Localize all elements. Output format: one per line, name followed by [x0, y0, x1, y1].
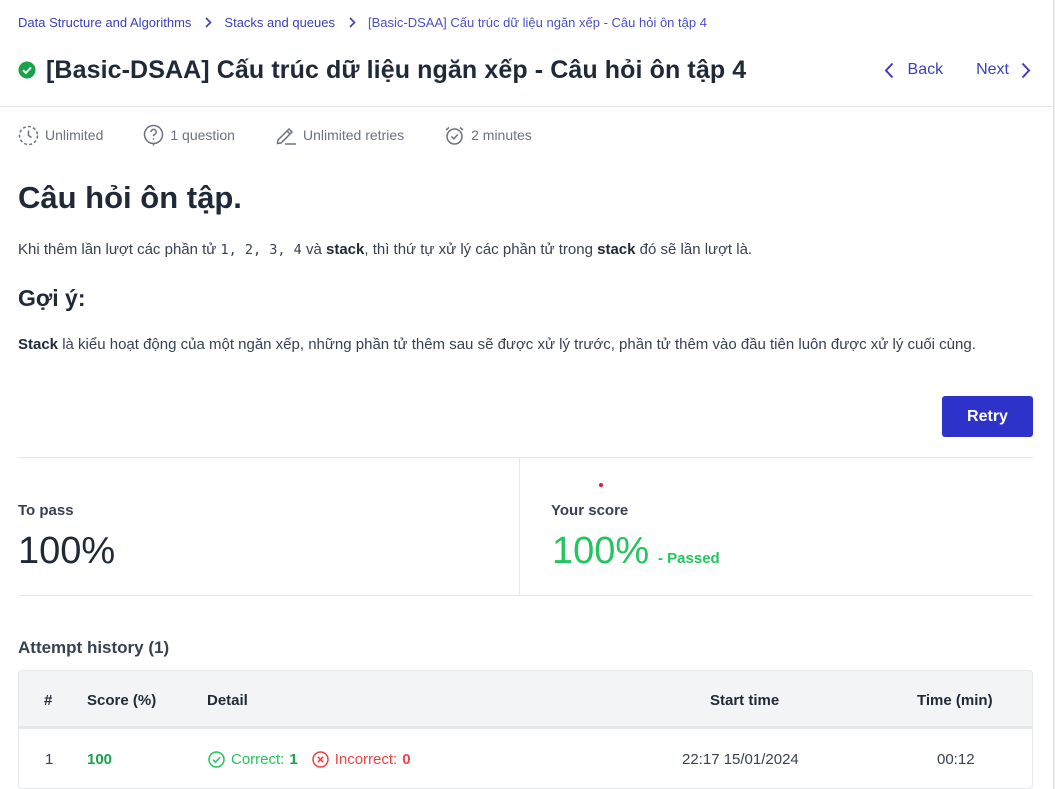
meta-duration-text: 2 minutes	[471, 127, 532, 143]
row-index: 1	[45, 751, 54, 768]
your-score-value: 100%	[552, 530, 650, 572]
correct-count: Correct: 1	[208, 751, 298, 768]
next-button[interactable]: Next	[976, 61, 1031, 79]
meta-time-limit-text: Unlimited	[45, 127, 104, 143]
page-header: [Basic-DSAA] Cấu trúc dữ liệu ngăn xếp -…	[18, 52, 1031, 88]
attempt-history-table: # Score (%) Detail Start time Time (min)…	[18, 670, 1033, 789]
question-text: Khi thêm lần lượt các phần tử 1, 2, 3, 4…	[18, 241, 752, 258]
breadcrumb: Data Structure and Algorithms Stacks and…	[18, 15, 707, 30]
title-wrap: [Basic-DSAA] Cấu trúc dữ liệu ngăn xếp -…	[18, 56, 746, 85]
x-circle-outline-icon	[311, 751, 329, 768]
meta-questions: 1 question	[143, 124, 235, 146]
question-keyword: stack	[597, 241, 636, 258]
chevron-right-icon	[1021, 62, 1031, 78]
back-button[interactable]: Back	[884, 61, 944, 79]
question-bubble-icon	[144, 124, 164, 146]
attempt-history-title: Attempt history (1)	[18, 638, 170, 657]
meta-duration: 2 minutes	[444, 125, 532, 146]
check-circle-outline-icon	[208, 751, 225, 768]
hint-body: là kiểu hoạt động của một ngăn xếp, nhữn…	[58, 336, 976, 353]
question-part: và	[301, 241, 326, 258]
breadcrumb-item-course[interactable]: Data Structure and Algorithms	[18, 15, 191, 30]
column-header-detail: Detail	[207, 692, 248, 709]
check-circle-icon	[18, 61, 36, 79]
hint-text: Stack là kiểu hoạt động của một ngăn xếp…	[18, 333, 1034, 357]
header-divider	[0, 106, 1053, 107]
to-pass-label: To pass	[18, 502, 74, 519]
breadcrumb-item-module[interactable]: Stacks and queues	[224, 15, 335, 30]
correct-value: 1	[289, 751, 298, 768]
to-pass-value: 100%	[18, 530, 116, 572]
question-part: , thì thứ tự xử lý các phần tử trong	[364, 241, 598, 258]
row-start-time: 22:17 15/01/2024	[682, 751, 799, 768]
meta-retries-text: Unlimited retries	[302, 127, 405, 143]
question-code: 1, 2, 3, 4	[220, 242, 302, 258]
question-keyword: stack	[325, 241, 365, 258]
hint-keyword: Stack	[18, 336, 59, 353]
indicator-dot	[599, 483, 603, 487]
question-part: Khi thêm lần lượt các phần tử	[18, 241, 221, 258]
hint-heading: Gợi ý:	[18, 285, 86, 311]
retry-button[interactable]: Retry	[942, 396, 1033, 437]
column-header-time: Time (min)	[917, 692, 993, 709]
your-score-label: Your score	[551, 502, 629, 519]
pencil-icon	[276, 127, 296, 145]
meta-questions-text: 1 question	[170, 127, 235, 143]
alarm-clock-icon	[445, 126, 464, 145]
incorrect-label: Incorrect:	[334, 751, 398, 768]
row-time: 00:12	[937, 751, 975, 768]
incorrect-count: Incorrect: 0	[311, 751, 411, 768]
meta-time-limit: Unlimited	[18, 125, 103, 146]
meta-retries: Unlimited retries	[275, 125, 404, 145]
quiz-meta: Unlimited 1 question Unlimited retries 2…	[18, 124, 572, 146]
next-label: Next	[976, 61, 1009, 78]
column-header-index: #	[44, 692, 53, 709]
column-header-start-time: Start time	[710, 692, 780, 709]
lesson-nav: Back Next	[884, 61, 1031, 79]
row-score: 100	[87, 751, 113, 768]
column-header-score: Score (%)	[87, 692, 157, 709]
table-header: # Score (%) Detail Start time Time (min)	[19, 671, 1032, 729]
question-part: đó sẽ lần lượt là.	[635, 241, 753, 258]
chevron-left-icon	[884, 62, 893, 78]
score-panel: To pass 100% Your score 100% - Passed	[18, 457, 1033, 596]
chevron-right-icon	[205, 17, 213, 28]
row-detail: Correct: 1 Incorrect: 0	[208, 751, 411, 768]
clock-dashed-icon	[18, 125, 39, 145]
chevron-right-icon	[349, 17, 356, 28]
score-divider	[519, 458, 520, 596]
back-label: Back	[907, 61, 944, 78]
correct-label: Correct:	[231, 751, 285, 768]
content-heading: Câu hỏi ôn tập.	[18, 180, 242, 215]
incorrect-value: 0	[402, 751, 411, 768]
breadcrumb-item-current[interactable]: [Basic-DSAA] Cấu trúc dữ liệu ngăn xếp -…	[368, 15, 707, 30]
page-title: [Basic-DSAA] Cấu trúc dữ liệu ngăn xếp -…	[46, 55, 747, 84]
pass-status: - Passed	[658, 550, 720, 567]
